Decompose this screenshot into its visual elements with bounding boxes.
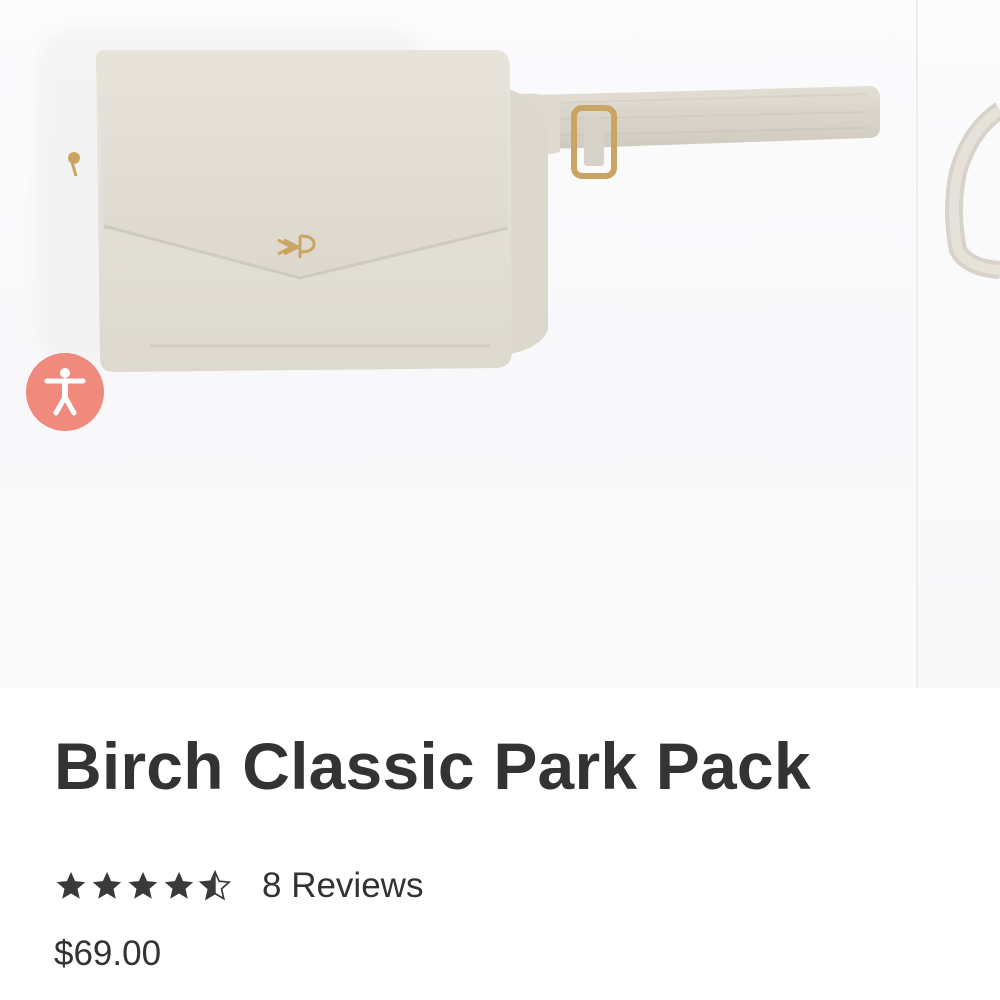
star-icon-full — [56, 871, 86, 899]
product-image-gallery[interactable] — [0, 0, 1000, 688]
rating-row[interactable]: 8 Reviews — [54, 864, 423, 908]
product-title: Birch Classic Park Pack — [54, 729, 811, 803]
next-product-photo — [945, 102, 1000, 279]
product-page: Birch Classic Park Pack 8 Reviews $69.00 — [0, 0, 1000, 1000]
star-rating[interactable] — [54, 864, 234, 908]
star-icon-full — [92, 871, 122, 899]
star-icon-full — [164, 871, 194, 899]
accessibility-person-icon — [44, 368, 86, 416]
accessibility-button[interactable] — [26, 353, 104, 431]
reviews-link[interactable]: 8 Reviews — [262, 864, 423, 908]
gallery-slide-current[interactable] — [0, 0, 917, 688]
product-info: Birch Classic Park Pack 8 Reviews $69.00 — [0, 688, 1000, 1000]
product-price: $69.00 — [54, 934, 162, 973]
gallery-slide-next[interactable] — [918, 0, 1000, 688]
star-icon-full — [128, 871, 158, 899]
star-icon-half — [198, 869, 232, 901]
product-photo — [36, 30, 880, 372]
